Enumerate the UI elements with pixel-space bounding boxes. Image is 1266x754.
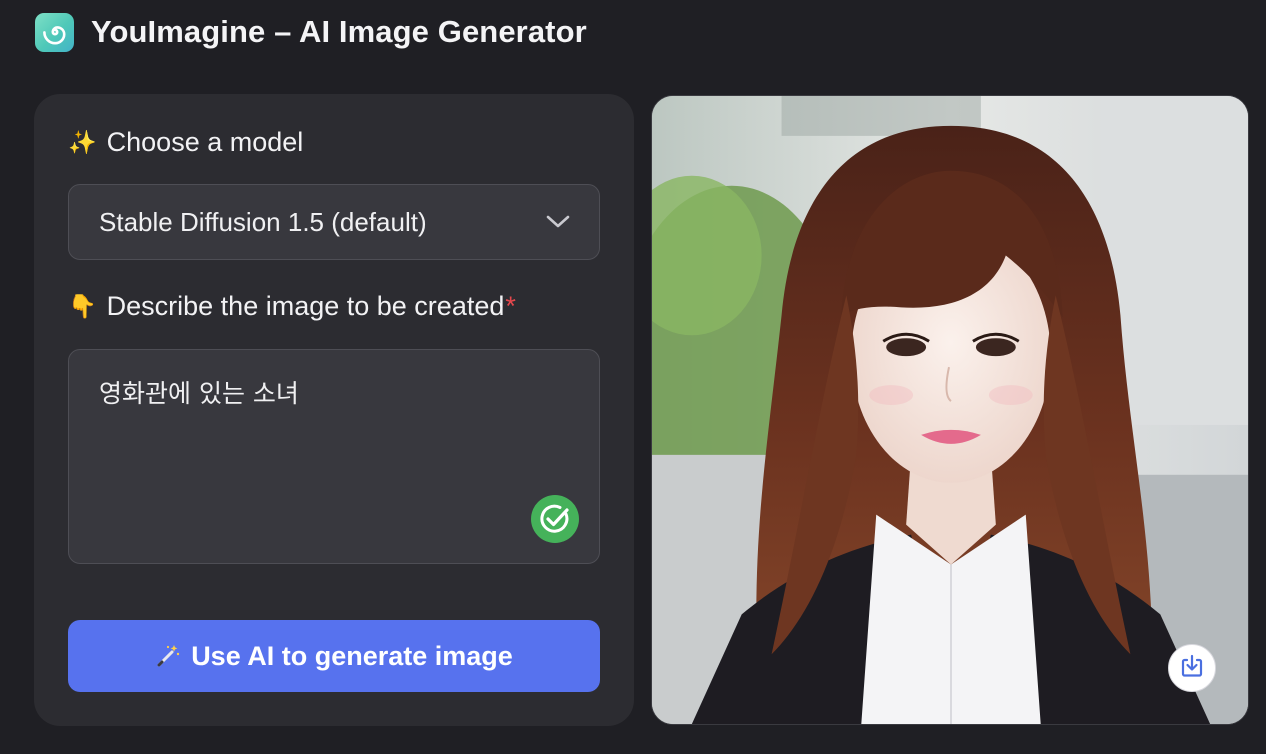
generated-portrait-image xyxy=(652,96,1248,724)
model-select-value: Stable Diffusion 1.5 (default) xyxy=(99,206,427,237)
app-title: YouImagine – AI Image Generator xyxy=(91,14,587,49)
spiral-icon xyxy=(35,12,74,52)
download-icon xyxy=(1179,653,1205,684)
prompt-textarea[interactable]: 영화관에 있는 소녀 xyxy=(68,349,600,564)
magic-wand-icon xyxy=(155,643,181,669)
sparkles-icon: ✨ xyxy=(68,129,97,155)
generated-image-preview xyxy=(651,95,1249,725)
check-circle-icon xyxy=(531,495,579,543)
app-root: YouImagine – AI Image Generator ✨ Choose… xyxy=(0,0,1266,754)
generate-button-label: Use AI to generate image xyxy=(191,640,513,671)
generator-form-panel: ✨ Choose a model Stable Diffusion 1.5 (d… xyxy=(34,94,634,726)
download-button[interactable] xyxy=(1168,644,1216,692)
model-select[interactable]: Stable Diffusion 1.5 (default) xyxy=(68,184,600,260)
model-label: ✨ Choose a model xyxy=(68,127,303,158)
app-header: YouImagine – AI Image Generator xyxy=(35,12,587,52)
model-label-text: Choose a model xyxy=(106,127,304,157)
required-marker: * xyxy=(505,291,516,321)
pointing-down-icon: 👇 xyxy=(68,293,97,319)
prompt-label-text: Describe the image to be created xyxy=(106,291,505,321)
chevron-down-icon xyxy=(545,209,571,235)
prompt-label: 👇 Describe the image to be created * xyxy=(68,291,516,322)
prompt-textarea-value: 영화관에 있는 소녀 xyxy=(99,379,299,408)
generate-image-button[interactable]: Use AI to generate image xyxy=(68,620,600,692)
